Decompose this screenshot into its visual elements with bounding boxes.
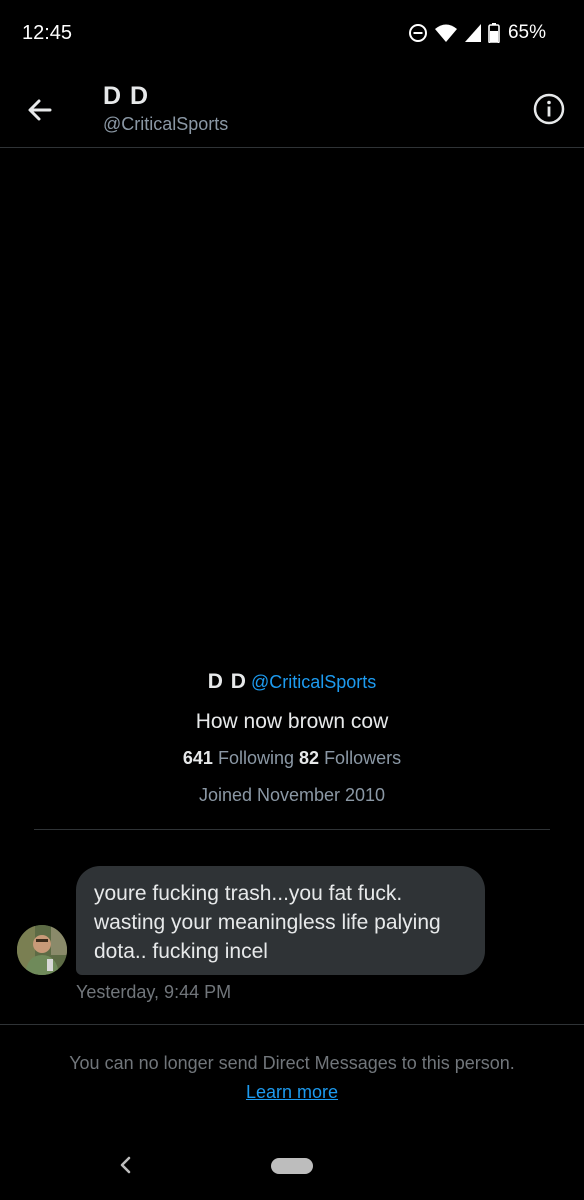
header-name: D D xyxy=(103,82,150,110)
status-time: 12:45 xyxy=(22,22,73,44)
back-button[interactable] xyxy=(22,92,58,128)
divider xyxy=(0,1024,584,1025)
battery-icon xyxy=(488,23,500,43)
profile-joined: Joined November 2010 xyxy=(198,785,386,805)
message-line: wasting your meaningless life palying xyxy=(94,911,441,934)
wifi-icon xyxy=(434,23,458,43)
status-icons: 65% xyxy=(408,22,546,44)
status-bar: 12:45 65% xyxy=(0,0,584,70)
signal-icon xyxy=(464,23,482,43)
followers-label: Followers xyxy=(324,748,402,768)
avatar[interactable] xyxy=(17,925,67,975)
profile-bio: How now brown cow xyxy=(195,710,389,733)
profile-stats: 641 Following 82 Followers xyxy=(0,748,584,769)
dm-screen: 12:45 65% D D @CriticalSports D D @Criti… xyxy=(0,0,584,1200)
chevron-left-icon xyxy=(120,1156,131,1174)
notice-text: You can no longer send Direct Messages t… xyxy=(69,1053,515,1073)
message-line: dota.. fucking incel xyxy=(94,940,268,963)
battery-percent: 65% xyxy=(507,22,546,43)
following-link[interactable]: 641 Following xyxy=(183,748,294,768)
info-icon xyxy=(533,93,565,125)
followers-link[interactable]: 82 Followers xyxy=(299,748,401,768)
following-count: 641 xyxy=(182,748,213,768)
message-timestamp: Yesterday, 9:44 PM xyxy=(76,982,232,1002)
dm-disabled-notice: You can no longer send Direct Messages t… xyxy=(0,1053,584,1103)
message-line: youre fucking trash...you fat fuck. xyxy=(94,882,403,905)
profile-summary: D D @CriticalSports How now brown cow 641… xyxy=(0,670,584,806)
learn-more-link[interactable]: Learn more xyxy=(246,1082,338,1103)
header-handle: @CriticalSports xyxy=(103,114,229,134)
nav-back-button[interactable] xyxy=(118,1155,134,1175)
profile-name: D D xyxy=(207,670,247,693)
do-not-disturb-icon xyxy=(408,23,428,43)
divider xyxy=(34,829,550,830)
arrow-left-icon xyxy=(28,99,52,121)
profile-handle: @CriticalSports xyxy=(250,672,377,692)
profile-name-line[interactable]: D D @CriticalSports xyxy=(0,670,584,694)
following-label: Following xyxy=(217,748,294,768)
info-button[interactable] xyxy=(532,92,566,126)
message-bubble[interactable]: youre fucking trash...you fat fuck. wast… xyxy=(76,866,485,975)
nav-home-pill[interactable] xyxy=(271,1158,313,1174)
conversation-header: D D @CriticalSports xyxy=(0,70,584,148)
followers-count: 82 xyxy=(299,748,320,768)
